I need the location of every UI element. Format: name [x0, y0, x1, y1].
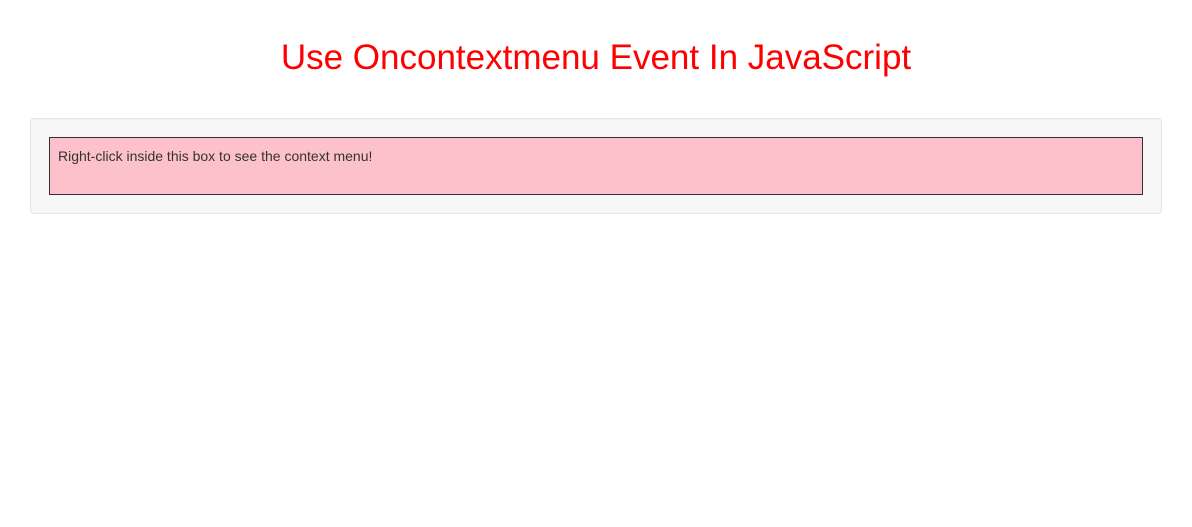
demo-well: Right-click inside this box to see the c… — [30, 118, 1162, 214]
context-menu-demo-box[interactable]: Right-click inside this box to see the c… — [49, 137, 1143, 195]
page-title: Use Oncontextmenu Event In JavaScript — [0, 0, 1192, 98]
demo-instruction: Right-click inside this box to see the c… — [58, 148, 372, 164]
